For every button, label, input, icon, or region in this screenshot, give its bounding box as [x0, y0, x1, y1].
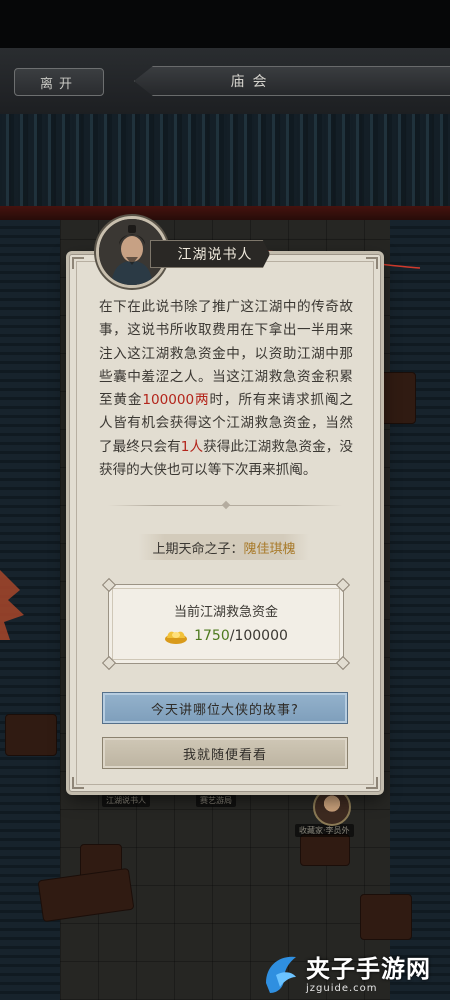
- listen-story-button[interactable]: 今天讲哪位大侠的故事?: [102, 692, 348, 724]
- collector-avatar[interactable]: [313, 788, 351, 826]
- corner-ornament: [72, 777, 84, 789]
- corner-ornament: [72, 257, 84, 269]
- gold-ingot-icon: [165, 631, 188, 644]
- fund-target-value: 100000: [234, 628, 288, 644]
- fund-panel: 当前江湖救急资金 1750/100000: [101, 577, 351, 671]
- previous-winner-name: 隗佳琪槐: [243, 541, 296, 557]
- corner-ornament: [366, 777, 378, 789]
- watermark-name: 夹子手游网: [306, 954, 431, 983]
- status-bar: [0, 0, 450, 48]
- fund-title: 当前江湖救急资金: [173, 605, 278, 620]
- fund-amount-row: 1750/100000: [109, 627, 343, 645]
- fund-current-value: 1750: [194, 628, 230, 644]
- corner-ornament: [366, 257, 378, 269]
- watermark-domain: jzguide.com: [306, 982, 378, 994]
- story-text: 在下在此说书除了推广这江湖中的传奇故事，这说书所收取费用在下拿出一半用来注入这江…: [99, 296, 353, 482]
- site-watermark: 夹子手游网 jzguide.com: [262, 948, 450, 1000]
- watermark-logo-icon: [266, 956, 296, 993]
- gold-target-amount: 100000两: [142, 392, 210, 409]
- winner-count: 1人: [180, 438, 204, 455]
- leave-button[interactable]: 离开: [14, 68, 104, 96]
- previous-winner: 上期天命之子： 隗佳琪槐: [139, 534, 309, 560]
- just-browse-button[interactable]: 我就随便看看: [102, 737, 348, 769]
- previous-winner-label: 上期天命之子：: [152, 541, 244, 557]
- maple-leaf-icon: [0, 570, 24, 640]
- npc-name-plate: 江湖说书人: [150, 240, 270, 268]
- page-title: 庙会: [134, 66, 450, 96]
